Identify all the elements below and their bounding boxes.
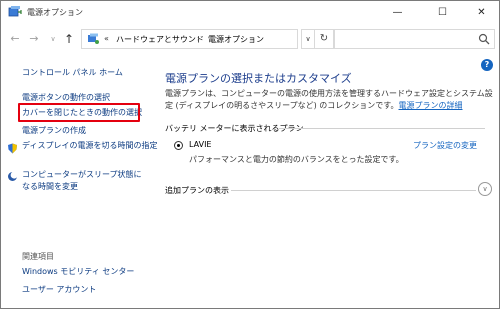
title-bar: 電源オプション — ☐ ✕ bbox=[1, 1, 499, 23]
extra-plans-label[interactable]: 追加プランの表示 bbox=[165, 185, 229, 196]
forward-button[interactable]: → bbox=[27, 32, 41, 46]
refresh-button[interactable]: ↻ bbox=[314, 29, 334, 49]
sidebar-item-display-off[interactable]: ディスプレイの電源を切る時間の指定 bbox=[22, 140, 157, 152]
search-icon bbox=[478, 33, 490, 45]
page-title: 電源プランの選択またはカスタマイズ bbox=[165, 72, 352, 85]
power-options-icon bbox=[8, 6, 22, 17]
help-icon[interactable]: ? bbox=[481, 59, 493, 71]
minimize-button[interactable]: — bbox=[381, 1, 414, 23]
related-heading: 関連項目 bbox=[22, 252, 54, 261]
main-content: ? 電源プランの選択またはカスタマイズ 電源プランは、コンピューターの電源の使用… bbox=[151, 55, 499, 308]
breadcrumb-hardware-sound[interactable]: ハードウェアとサウンド bbox=[116, 34, 204, 45]
sidebar-item-sleep[interactable]: コンピューターがスリープ状態になる時間を変更 bbox=[22, 169, 149, 193]
plan-name[interactable]: LAVIE bbox=[189, 140, 212, 149]
close-button[interactable]: ✕ bbox=[465, 1, 498, 23]
navigation-bar: ← → ∨ ↑ « ハードウェアとサウンド › 電源オプション ∨ ↻ bbox=[1, 23, 499, 55]
sidebar-home-link[interactable]: コントロール パネル ホーム bbox=[22, 67, 123, 78]
moon-icon bbox=[8, 171, 18, 181]
related-link-user-accounts[interactable]: ユーザー アカウント bbox=[22, 284, 96, 295]
control-panel-icon bbox=[88, 33, 99, 44]
section-divider bbox=[279, 128, 485, 129]
chevron-down-icon[interactable]: ∨ bbox=[478, 182, 492, 196]
up-button[interactable]: ↑ bbox=[62, 32, 76, 46]
extra-plans-divider bbox=[231, 190, 476, 191]
search-input[interactable] bbox=[334, 29, 495, 49]
maximize-button[interactable]: ☐ bbox=[426, 1, 459, 23]
highlight-box bbox=[18, 103, 140, 122]
plan-radio[interactable] bbox=[174, 141, 183, 150]
power-options-window: 電源オプション — ☐ ✕ ← → ∨ ↑ « ハードウェアとサウンド › 電源… bbox=[0, 0, 500, 309]
address-dropdown-button[interactable]: ∨ bbox=[301, 29, 315, 49]
related-link-mobility-center[interactable]: Windows モビリティ センター bbox=[22, 266, 134, 277]
shield-icon bbox=[8, 143, 17, 154]
sidebar: コントロール パネル ホーム 電源ボタンの動作の選択 カバーを閉じたときの動作の… bbox=[1, 55, 157, 308]
breadcrumb-overflow[interactable]: « bbox=[104, 34, 109, 43]
plan-description: パフォーマンスと電力の節約のバランスをとった設定です。 bbox=[189, 155, 404, 164]
recent-locations-button[interactable]: ∨ bbox=[46, 32, 60, 46]
sidebar-item-create-plan[interactable]: 電源プランの作成 bbox=[22, 125, 86, 137]
window-title: 電源オプション bbox=[27, 8, 83, 17]
plan-settings-link[interactable]: プラン設定の変更 bbox=[413, 140, 477, 151]
address-bar[interactable]: « ハードウェアとサウンド › 電源オプション bbox=[81, 29, 298, 49]
page-description: 電源プランは、コンピューターの電源の使用方法を管理するハードウェア設定とシステム… bbox=[165, 88, 495, 112]
plan-details-link[interactable]: 電源プランの詳細 bbox=[399, 101, 463, 110]
breadcrumb-separator[interactable]: › bbox=[197, 34, 200, 43]
back-button[interactable]: ← bbox=[8, 32, 22, 46]
breadcrumb-power-options[interactable]: 電源オプション bbox=[208, 34, 264, 45]
